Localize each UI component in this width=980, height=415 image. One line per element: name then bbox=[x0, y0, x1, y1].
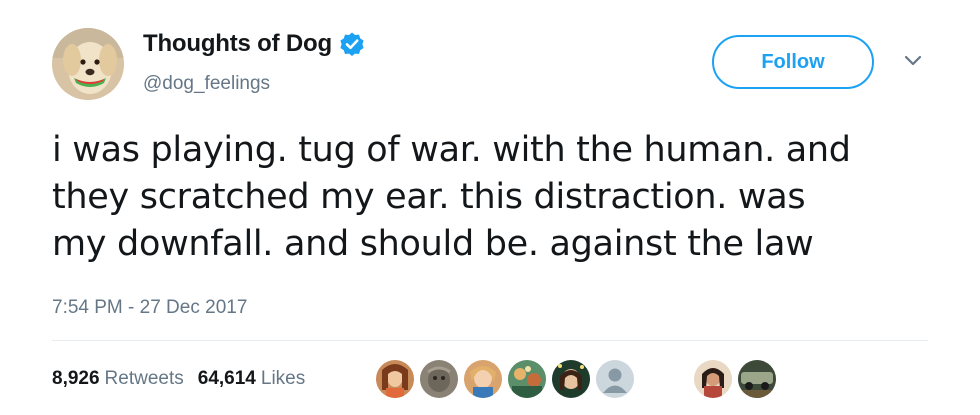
liker-avatar[interactable] bbox=[376, 360, 414, 398]
likers-facepile bbox=[376, 360, 936, 404]
likes-stat[interactable]: 64,614 Likes bbox=[198, 368, 305, 390]
liker-avatar[interactable] bbox=[464, 360, 502, 398]
tweet-text-line: they scratched my ear. this distraction.… bbox=[52, 177, 806, 217]
author-display-name[interactable]: Thoughts of Dog bbox=[143, 30, 332, 58]
default-avatar[interactable] bbox=[596, 360, 634, 398]
liker-avatar[interactable] bbox=[694, 360, 732, 398]
author-name-row[interactable]: Thoughts of Dog bbox=[143, 30, 365, 58]
retweets-stat[interactable]: 8,926 Retweets bbox=[52, 368, 184, 390]
liker-avatar[interactable] bbox=[738, 360, 776, 398]
author-avatar[interactable] bbox=[52, 28, 124, 100]
author-handle[interactable]: @dog_feelings bbox=[143, 73, 270, 95]
tweet-card: Thoughts of Dog @dog_feelings Follow i w… bbox=[0, 0, 980, 415]
tweet-text-line: my downfall. and should be. against the … bbox=[52, 224, 814, 264]
tweet-timestamp[interactable]: 7:54 PM - 27 Dec 2017 bbox=[52, 297, 247, 319]
tweet-text-line: i was playing. tug of war. with the huma… bbox=[52, 130, 851, 170]
retweets-count: 8,926 bbox=[52, 368, 100, 389]
liker-avatar[interactable] bbox=[508, 360, 546, 398]
divider bbox=[52, 340, 928, 341]
verified-badge-icon bbox=[339, 31, 365, 57]
retweets-label: Retweets bbox=[104, 368, 184, 389]
liker-avatar[interactable] bbox=[552, 360, 590, 398]
chevron-down-icon[interactable] bbox=[902, 53, 924, 69]
follow-button[interactable]: Follow bbox=[712, 35, 874, 89]
liker-avatar[interactable] bbox=[420, 360, 458, 398]
tweet-text: i was playing. tug of war. with the huma… bbox=[52, 127, 952, 268]
tweet-stats: 8,926 Retweets 64,614 Likes bbox=[52, 368, 319, 390]
likes-count: 64,614 bbox=[197, 368, 256, 389]
likes-label: Likes bbox=[260, 368, 306, 389]
